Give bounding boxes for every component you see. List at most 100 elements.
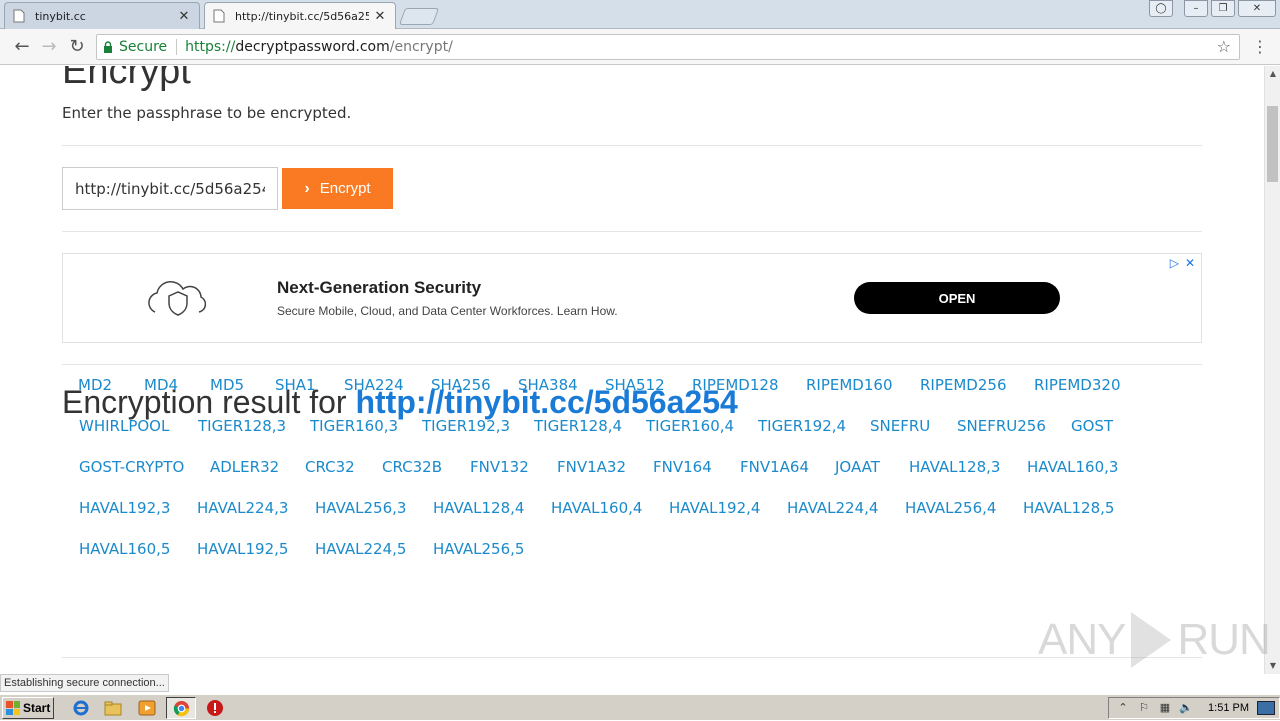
algorithm-link[interactable]: HAVAL192,5 — [197, 540, 288, 558]
tab-active[interactable]: http://tinybit.cc/5d56a254 ✕ — [204, 2, 396, 29]
stop-sign-icon[interactable] — [206, 699, 224, 717]
algorithm-link[interactable]: TIGER160,3 — [310, 417, 398, 435]
show-desktop-icon[interactable] — [1257, 701, 1275, 715]
flag-icon[interactable]: ⚐ — [1137, 701, 1151, 715]
algorithm-link[interactable]: WHIRLPOOL — [79, 417, 169, 435]
algorithm-link[interactable]: HAVAL192,3 — [79, 499, 170, 517]
algorithm-link[interactable]: CRC32B — [382, 458, 442, 476]
ad-choices[interactable]: ▷ ✕ — [1170, 256, 1195, 270]
tab-tinybit[interactable]: tinybit.cc ✕ — [4, 2, 200, 29]
tab-close-icon[interactable]: ✕ — [177, 9, 191, 24]
url-scheme: https:// — [185, 39, 236, 55]
algorithm-link[interactable]: HAVAL128,5 — [1023, 499, 1114, 517]
algorithm-link[interactable]: TIGER128,3 — [198, 417, 286, 435]
algorithm-link[interactable]: HAVAL160,4 — [551, 499, 642, 517]
algorithm-link[interactable]: TIGER160,4 — [646, 417, 734, 435]
divider — [62, 145, 1202, 146]
intro-text: Enter the passphrase to be encrypted. — [62, 104, 352, 122]
algorithm-link[interactable]: SNEFRU256 — [957, 417, 1046, 435]
browser-menu-icon[interactable]: ⋮ — [1252, 37, 1268, 56]
page-icon — [13, 9, 27, 23]
algorithm-link[interactable]: SHA512 — [605, 376, 665, 394]
algorithm-link[interactable]: HAVAL256,4 — [905, 499, 996, 517]
close-window-button[interactable]: ✕ — [1238, 0, 1276, 17]
url-path: /encrypt/ — [389, 39, 453, 55]
algorithm-link[interactable]: TIGER192,3 — [422, 417, 510, 435]
bookmark-star-icon[interactable]: ☆ — [1217, 37, 1231, 56]
algorithm-link[interactable]: HAVAL256,5 — [433, 540, 524, 558]
algorithm-link[interactable]: SNEFRU — [870, 417, 930, 435]
ad-description: Secure Mobile, Cloud, and Data Center Wo… — [277, 304, 618, 318]
back-arrow-icon[interactable]: ← — [12, 37, 32, 57]
algorithm-link[interactable]: MD4 — [144, 376, 178, 394]
algorithm-link[interactable]: HAVAL256,3 — [315, 499, 406, 517]
divider — [62, 657, 1202, 658]
reload-icon[interactable]: ↻ — [67, 37, 87, 57]
page-icon — [213, 9, 227, 23]
taskbar: Start ⌃ ⚐ ▦ 🔈 1:51 PM — [0, 694, 1280, 720]
media-player-icon[interactable] — [138, 699, 156, 717]
algorithm-link[interactable]: FNV164 — [653, 458, 712, 476]
start-button[interactable]: Start — [2, 697, 54, 719]
algorithm-link[interactable]: ADLER32 — [210, 458, 279, 476]
ad-open-button[interactable]: OPEN — [854, 282, 1060, 314]
algorithm-link[interactable]: HAVAL224,3 — [197, 499, 288, 517]
new-tab-button[interactable] — [398, 8, 440, 25]
algorithm-link[interactable]: MD2 — [78, 376, 112, 394]
algorithm-link[interactable]: SHA384 — [518, 376, 578, 394]
algorithm-link[interactable]: TIGER128,4 — [534, 417, 622, 435]
user-icon[interactable]: ◯ — [1149, 0, 1173, 17]
scroll-thumb[interactable] — [1267, 106, 1278, 182]
folder-icon[interactable] — [104, 699, 122, 717]
encrypt-button[interactable]: › Encrypt — [282, 168, 393, 209]
internet-explorer-icon[interactable] — [72, 699, 90, 717]
tab-close-icon[interactable]: ✕ — [373, 9, 387, 24]
algorithm-link[interactable]: CRC32 — [305, 458, 355, 476]
algorithm-link[interactable]: FNV132 — [470, 458, 529, 476]
passphrase-input[interactable] — [62, 167, 278, 210]
algorithm-link[interactable]: HAVAL128,4 — [433, 499, 524, 517]
play-logo-icon — [1131, 612, 1172, 668]
algorithm-link[interactable]: SHA224 — [344, 376, 404, 394]
algorithm-link[interactable]: RIPEMD320 — [1034, 376, 1121, 394]
ad-close-icon[interactable]: ✕ — [1185, 256, 1195, 270]
algorithm-link[interactable]: SHA1 — [275, 376, 316, 394]
status-bubble: Establishing secure connection... — [0, 674, 169, 692]
tray-expand-icon[interactable]: ⌃ — [1116, 701, 1130, 715]
algorithm-link[interactable]: HAVAL160,3 — [1027, 458, 1118, 476]
algorithm-link[interactable]: GOST — [1071, 417, 1113, 435]
algorithm-link[interactable]: HAVAL224,5 — [315, 540, 406, 558]
algorithm-link[interactable]: HAVAL192,4 — [669, 499, 760, 517]
algorithm-link[interactable]: HAVAL224,4 — [787, 499, 878, 517]
algorithm-link[interactable]: MD5 — [210, 376, 244, 394]
secure-label: Secure — [119, 39, 168, 55]
forward-arrow-icon[interactable]: → — [39, 37, 59, 57]
tab-title: tinybit.cc — [35, 9, 86, 23]
algorithm-link[interactable]: JOAAT — [835, 458, 880, 476]
restore-button[interactable]: ❐ — [1211, 0, 1235, 17]
algorithm-link[interactable]: GOST-CRYPTO — [79, 458, 184, 476]
algorithm-link[interactable]: RIPEMD256 — [920, 376, 1007, 394]
divider — [62, 231, 1202, 232]
algorithm-link[interactable]: HAVAL128,3 — [909, 458, 1000, 476]
algorithm-link[interactable]: FNV1A64 — [740, 458, 809, 476]
network-icon[interactable]: ▦ — [1158, 701, 1172, 715]
algorithm-link[interactable]: RIPEMD128 — [692, 376, 779, 394]
algorithm-link[interactable]: FNV1A32 — [557, 458, 626, 476]
chrome-taskbar-button[interactable] — [166, 697, 196, 719]
volume-icon[interactable]: 🔈 — [1179, 701, 1193, 715]
address-bar[interactable]: Secure https://decryptpassword.com/encry… — [96, 34, 1240, 60]
ad-banner[interactable]: Next-Generation Security Secure Mobile, … — [62, 253, 1202, 343]
algorithm-link[interactable]: SHA256 — [431, 376, 491, 394]
algorithm-link[interactable]: TIGER192,4 — [758, 417, 846, 435]
clock[interactable]: 1:51 PM — [1208, 702, 1249, 714]
ad-choices-icon[interactable]: ▷ — [1170, 256, 1179, 270]
algorithm-link[interactable]: RIPEMD160 — [806, 376, 893, 394]
algorithm-link[interactable]: HAVAL160,5 — [79, 540, 170, 558]
minimize-button[interactable]: – — [1184, 0, 1208, 17]
start-label: Start — [23, 701, 51, 715]
system-tray: ⌃ ⚐ ▦ 🔈 1:51 PM — [1108, 697, 1280, 719]
scroll-up-arrow-icon[interactable]: ▲ — [1265, 66, 1280, 82]
anyrun-watermark: ANY RUN — [1038, 612, 1271, 668]
vertical-scrollbar[interactable]: ▲ ▼ — [1264, 66, 1280, 674]
